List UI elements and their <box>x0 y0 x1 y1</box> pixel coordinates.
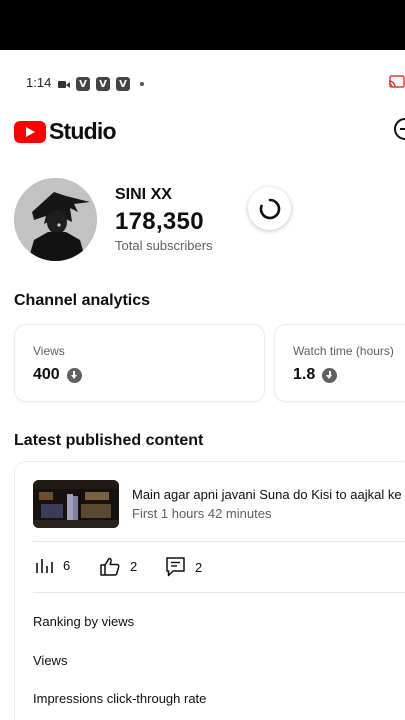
metric-value-row: 1.8 <box>293 366 338 384</box>
thumbs-up-icon <box>100 557 120 576</box>
status-icons: V V V <box>58 77 144 91</box>
views-stat[interactable]: 6 <box>35 557 70 573</box>
metric-label: Watch time (hours) <box>293 344 394 358</box>
divider <box>33 592 405 593</box>
studio-logo[interactable]: Studio <box>14 118 117 145</box>
notification-badge-icon: V <box>76 77 90 91</box>
channel-avatar[interactable] <box>14 178 97 261</box>
youtube-play-icon <box>14 120 46 143</box>
metric-label: Views <box>33 344 65 358</box>
likes-count: 2 <box>130 559 138 574</box>
notification-badge-icon: V <box>116 77 130 91</box>
views-count: 6 <box>63 557 71 573</box>
arrow-down-circle-icon <box>322 367 338 383</box>
avatar-illustration <box>14 178 97 261</box>
views-metric-card[interactable]: Views 400 <box>14 324 265 402</box>
latest-content-card: Main agar apni javani Suna do Kisi to aa… <box>14 461 405 720</box>
status-bar: 1:14 V V V <box>0 50 405 114</box>
account-icon[interactable] <box>394 118 405 140</box>
impressions-ctr-row[interactable]: Impressions click-through rate <box>33 691 206 706</box>
loading-spinner-icon <box>259 198 280 219</box>
channel-name: SINI XX <box>115 186 172 203</box>
more-notifications-dot-icon <box>140 82 144 86</box>
notification-badge-icon: V <box>96 77 110 91</box>
video-subtitle: First 1 hours 42 minutes <box>132 506 272 521</box>
likes-stat[interactable]: 2 <box>100 557 137 576</box>
metric-value: 1.8 <box>293 366 316 383</box>
latest-content-title: Latest published content <box>14 432 204 449</box>
video-title[interactable]: Main agar apni javani Suna do Kisi to aa… <box>132 487 405 502</box>
video-camera-icon <box>58 80 70 89</box>
comments-stat[interactable]: 2 <box>166 557 202 577</box>
ranking-by-views-row[interactable]: Ranking by views <box>33 614 134 629</box>
video-thumbnail[interactable] <box>33 480 119 528</box>
metric-value-row: 400 <box>33 366 82 384</box>
comments-count: 2 <box>195 559 203 575</box>
views-row[interactable]: Views <box>33 653 67 668</box>
logo-text: Studio <box>49 118 117 144</box>
channel-analytics-title: Channel analytics <box>14 292 151 309</box>
subscriber-count: 178,350 <box>115 208 204 235</box>
watch-time-metric-card[interactable]: Watch time (hours) 1.8 <box>274 324 405 402</box>
cast-icon[interactable] <box>388 75 405 89</box>
thumbnail-image <box>33 480 119 528</box>
divider <box>33 541 405 542</box>
metric-value: 400 <box>33 366 60 383</box>
status-time: 1:14 <box>26 75 52 90</box>
bar-chart-icon <box>36 559 53 573</box>
app-header: Studio <box>0 114 405 148</box>
arrow-down-circle-icon <box>66 367 82 383</box>
subscriber-label: Total subscribers <box>115 238 213 253</box>
refresh-button[interactable] <box>248 187 291 230</box>
top-black-bar <box>0 0 405 50</box>
comment-icon <box>166 557 185 577</box>
